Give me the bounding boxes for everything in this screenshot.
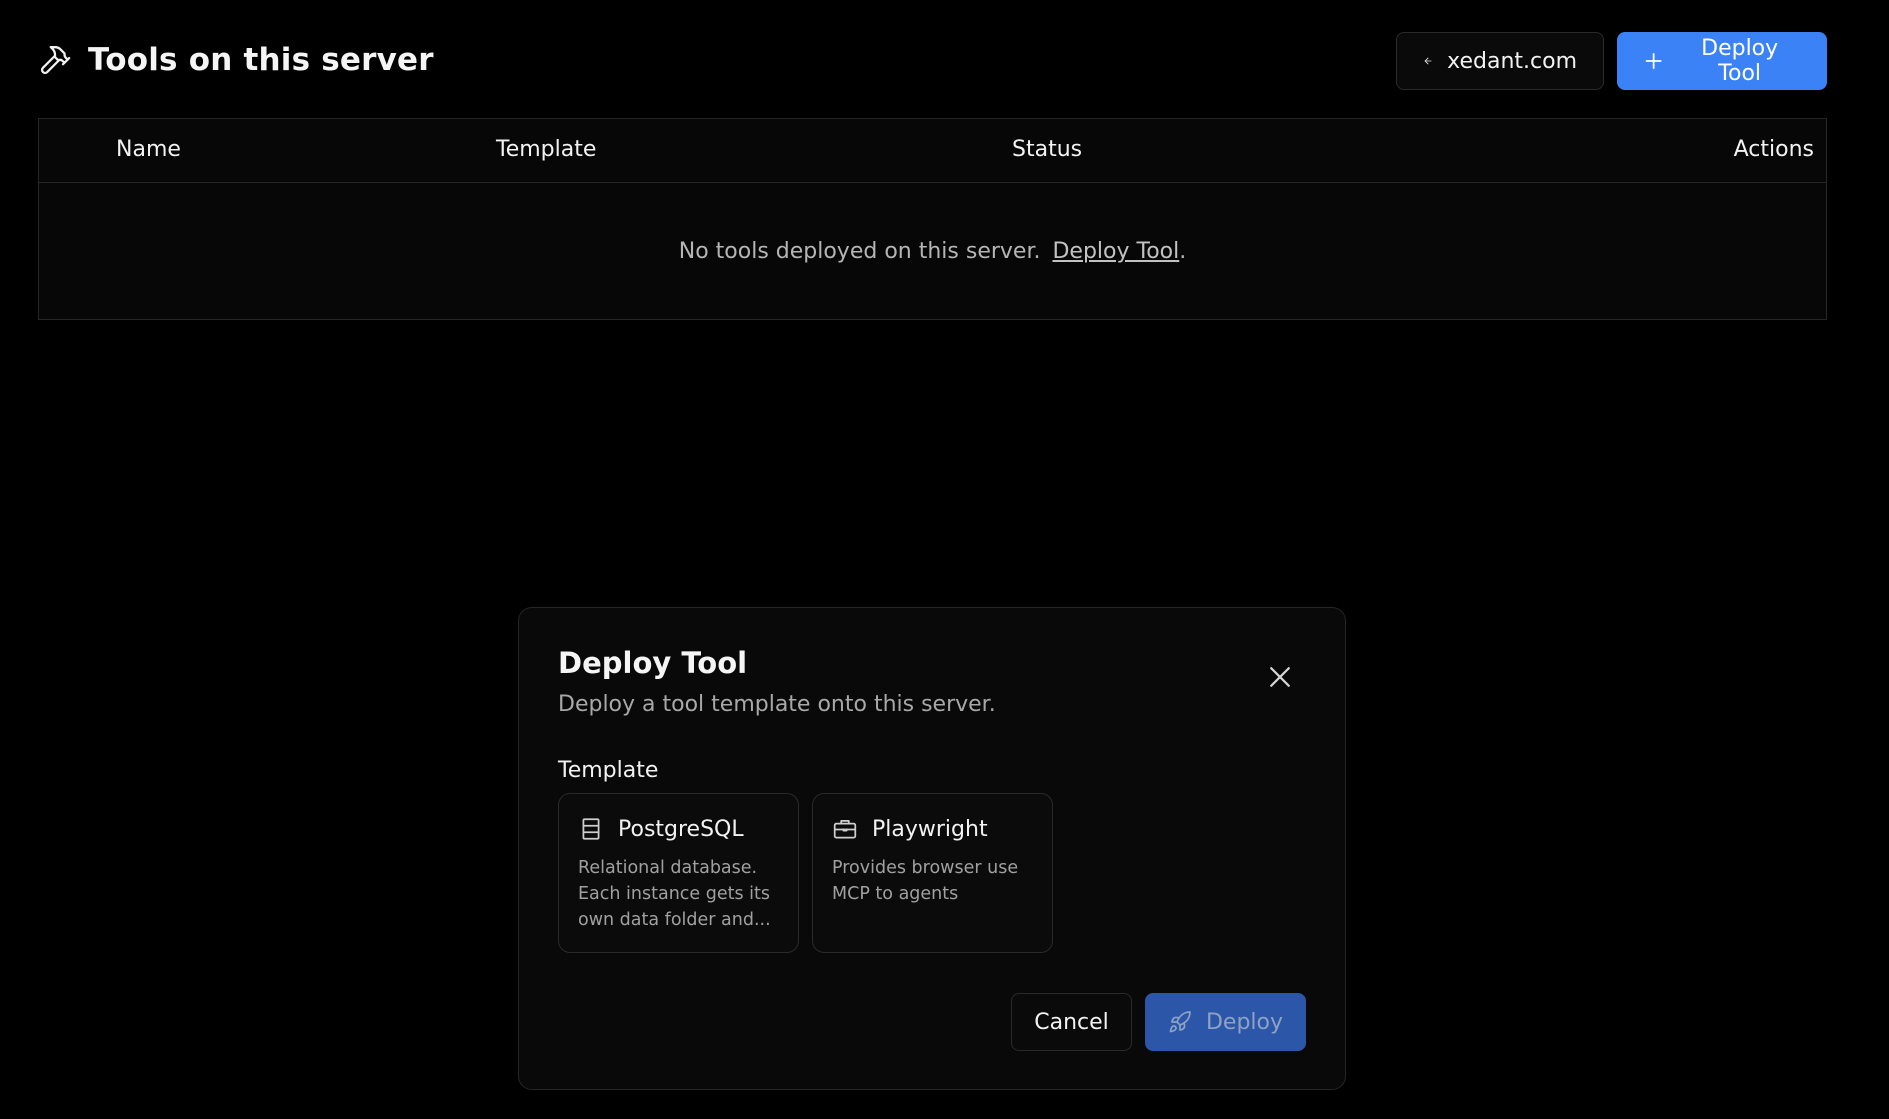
dialog-title: Deploy Tool	[558, 646, 748, 680]
template-card-description: Provides browser use MCP to agents	[832, 858, 1019, 904]
deploy-tool-button-label: Deploy Tool	[1701, 36, 1779, 86]
template-field-label: Template	[558, 758, 659, 783]
template-card-title: PostgreSQL	[618, 816, 744, 842]
table-header: Name Template Status Actions	[39, 119, 1826, 183]
template-card-header: PostgreSQL	[578, 816, 780, 842]
dialog-subtitle: Deploy a tool template onto this server.	[558, 692, 996, 717]
column-header-template: Template	[496, 137, 597, 162]
column-header-name: Name	[116, 137, 181, 162]
page-header: Tools on this server xedant.com Deploy T…	[38, 32, 1827, 92]
tools-page: Tools on this server xedant.com Deploy T…	[0, 0, 1889, 1119]
column-header-status: Status	[1012, 137, 1083, 162]
back-to-server-button[interactable]: xedant.com	[1396, 32, 1604, 90]
template-options: PostgreSQL Relational database. Each ins…	[558, 793, 1053, 953]
template-card-description: Relational database. Each instance gets …	[578, 858, 771, 930]
empty-state-row: No tools deployed on this server. Deploy…	[39, 183, 1826, 320]
dialog-actions: Cancel Deploy	[1011, 993, 1306, 1051]
empty-state-deploy-link[interactable]: Deploy Tool	[1052, 239, 1179, 264]
tools-table: Name Template Status Actions No tools de…	[38, 118, 1827, 320]
deploy-tool-dialog: Deploy Tool Deploy a tool template onto …	[518, 607, 1346, 1090]
page-title: Tools on this server	[88, 42, 434, 78]
header-actions: xedant.com Deploy Tool	[1396, 32, 1827, 90]
hammer-icon	[40, 46, 71, 75]
database-icon	[582, 818, 600, 840]
briefcase-icon	[833, 820, 857, 839]
template-card-header: Playwright	[832, 816, 1034, 842]
rocket-icon	[1169, 1011, 1191, 1033]
empty-state-suffix: .	[1179, 239, 1187, 264]
template-card-title: Playwright	[872, 816, 988, 842]
empty-state-message: No tools deployed on this server.	[678, 239, 1041, 264]
title-group: Tools on this server	[38, 42, 434, 78]
plus-icon	[1645, 53, 1662, 69]
cancel-button[interactable]: Cancel	[1011, 993, 1132, 1051]
deploy-button-label: Deploy	[1205, 1009, 1284, 1035]
deploy-button[interactable]: Deploy	[1145, 993, 1306, 1051]
cancel-button-label: Cancel	[1034, 1009, 1109, 1035]
deploy-tool-button[interactable]: Deploy Tool	[1617, 32, 1827, 90]
template-card-postgresql[interactable]: PostgreSQL Relational database. Each ins…	[558, 793, 799, 953]
arrow-left-icon	[1424, 57, 1432, 65]
column-header-actions: Actions	[1733, 137, 1814, 162]
template-card-playwright[interactable]: Playwright Provides browser use MCP to a…	[812, 793, 1053, 953]
back-button-label: xedant.com	[1447, 48, 1577, 74]
close-icon[interactable]	[1265, 662, 1295, 692]
